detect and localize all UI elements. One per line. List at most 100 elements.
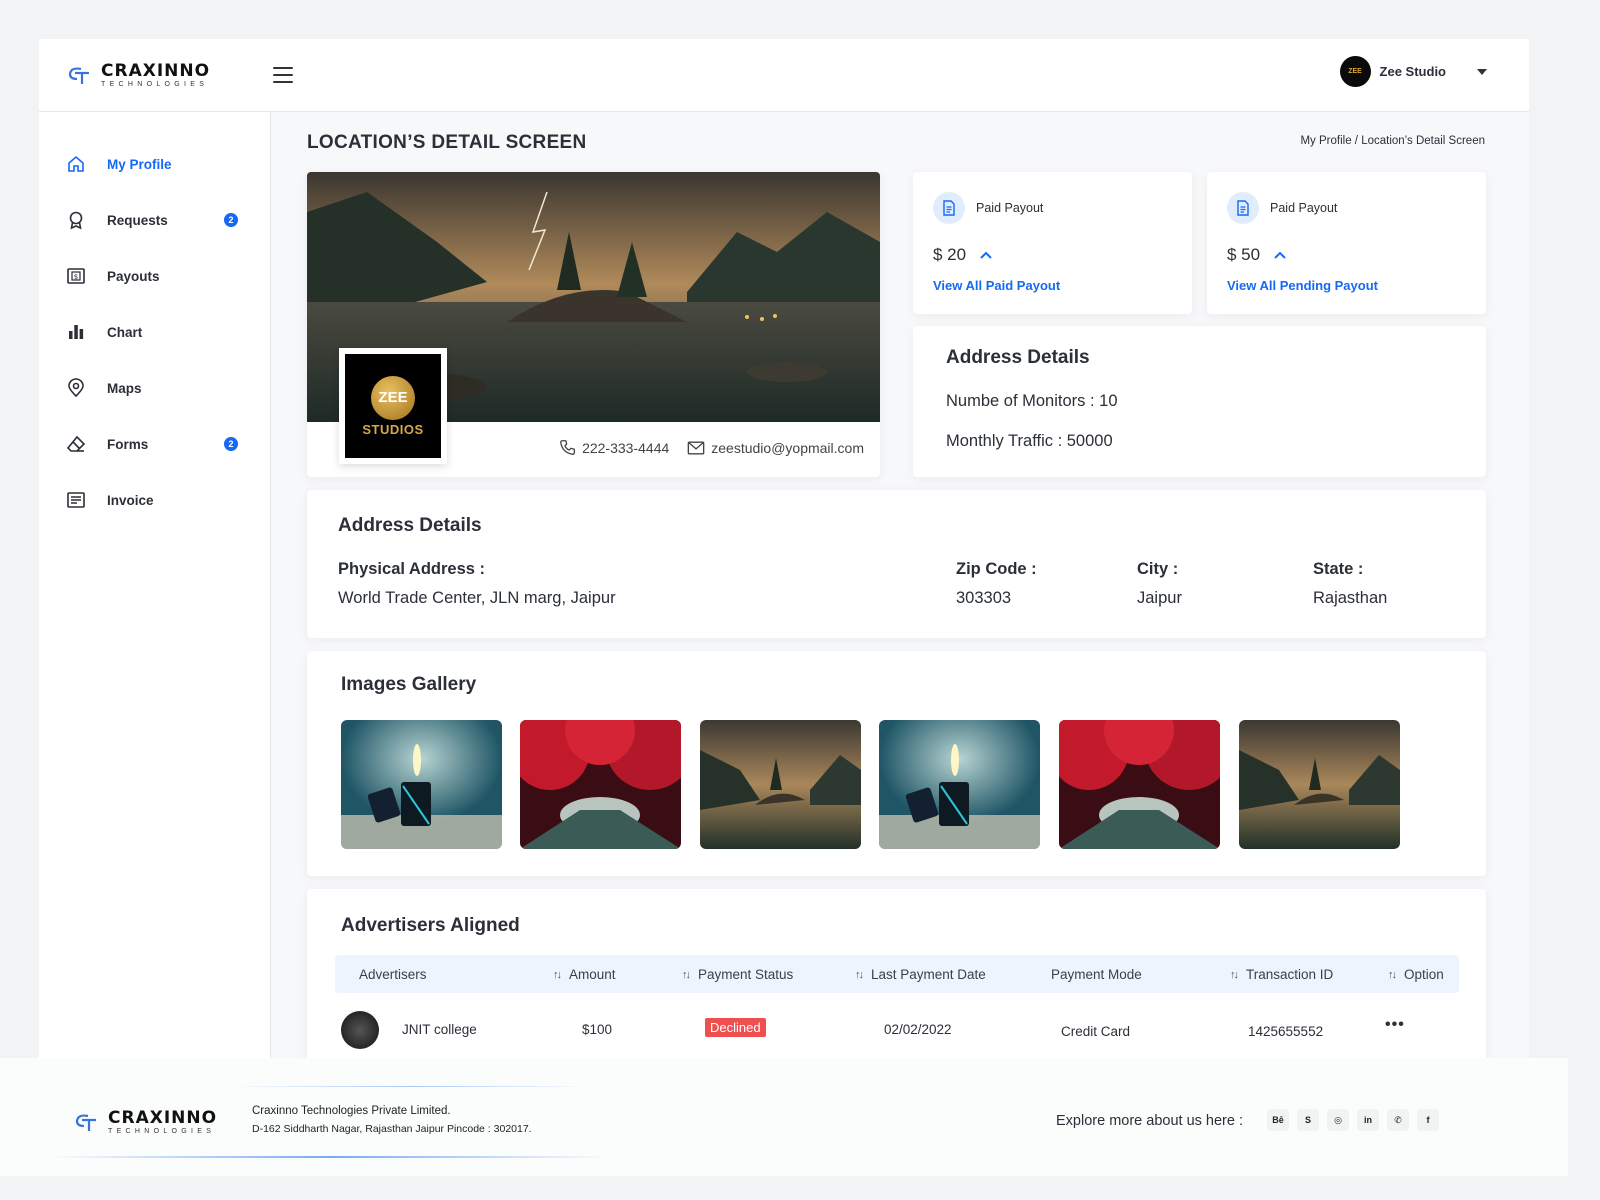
email-contact[interactable]: zeestudio@yopmail.com [687, 440, 864, 456]
state: State : Rajasthan [1313, 560, 1387, 608]
sidebar-item-chart[interactable]: Chart [66, 320, 241, 344]
brand-name: CRAXINNO [101, 61, 211, 81]
payment-mode: Credit Card [1061, 1024, 1131, 1039]
state-value: Rajasthan [1313, 589, 1388, 607]
document-icon [1227, 192, 1259, 224]
sidebar-item-requests[interactable]: Requests 2 [66, 208, 241, 232]
footer: CRAXINNO TECHNOLOGIES Craxinno Technolog… [0, 1058, 1568, 1176]
whatsapp-icon[interactable]: ✆ [1387, 1109, 1409, 1131]
payout-label: Paid Payout [1270, 201, 1338, 215]
view-all-paid-payout-link[interactable]: View All Paid Payout [933, 278, 1060, 293]
count-badge: 2 [224, 213, 238, 227]
column-header-last-payment-date[interactable]: ↑↓ Last Payment Date [855, 967, 986, 982]
column-header-amount[interactable]: ↑↓ Amount [553, 967, 616, 982]
avatar: ZEE [1339, 56, 1371, 87]
footer-company-name: Craxinno Technologies Private Limited. [252, 1105, 451, 1117]
brand-logo[interactable]: CRAXINNO TECHNOLOGIES [67, 63, 210, 88]
gallery-image-lake-mountain[interactable] [1239, 720, 1400, 849]
status-badge: Declined [705, 1018, 766, 1037]
column-header-transaction-id[interactable]: ↑↓ Transaction ID [1230, 967, 1333, 982]
chevron-up-icon[interactable] [980, 251, 992, 259]
studio-logo: ZEE STUDIOS [339, 348, 447, 464]
phone-number: 222-333-4444 [582, 439, 670, 456]
sidebar-item-label: Chart [107, 324, 143, 340]
transaction-id: 1425655552 [1248, 1024, 1324, 1039]
city: City : Jaipur [1137, 560, 1182, 608]
document-icon [933, 192, 965, 224]
city-value: Jaipur [1137, 589, 1182, 607]
app-window: CRAXINNO TECHNOLOGIES ZEE Zee Studio My … [39, 39, 1529, 1058]
column-header-payment-mode[interactable]: Payment Mode [1051, 967, 1142, 982]
linkedin-icon[interactable]: in [1357, 1109, 1379, 1131]
page-title: LOCATION’S DETAIL SCREEN [307, 132, 587, 153]
document-lines-icon [66, 490, 86, 510]
user-menu[interactable]: ZEE Zee Studio [1339, 56, 1487, 87]
column-header-option[interactable]: ↑↓ Option [1388, 967, 1444, 982]
email-address: zeestudio@yopmail.com [711, 439, 864, 456]
brand-tagline: TECHNOLOGIES [101, 81, 209, 88]
advertisers-card: Advertisers Aligned Advertisers ↑↓ Amount… [307, 889, 1486, 1058]
advertiser-avatar [341, 1011, 379, 1049]
phone-contact[interactable]: 222-333-4444 [559, 439, 669, 456]
craxinno-logo-icon [68, 66, 89, 84]
craxinno-logo-icon [75, 1113, 96, 1131]
state-label: State : [1313, 560, 1364, 578]
studio-logo-mark: ZEE [371, 375, 415, 420]
count-badge: 2 [224, 437, 238, 451]
images-gallery-card: Images Gallery [307, 651, 1486, 876]
sidebar-item-payouts[interactable]: $ Payouts [66, 264, 241, 288]
pending-payout-card: Paid Payout $ 50 View All Pending Payout [1207, 172, 1486, 314]
mail-icon [687, 440, 705, 455]
chevron-up-icon[interactable] [1274, 251, 1286, 259]
footer-divider [50, 1156, 610, 1158]
advertiser-amount: $100 [582, 1022, 613, 1037]
footer-divider [230, 1086, 590, 1087]
breadcrumb-current: Location’s Detail Screen [1361, 135, 1485, 147]
advertiser-name: JNIT college [402, 1022, 477, 1037]
brand-tagline: TECHNOLOGIES [108, 1128, 216, 1135]
sidebar-item-maps[interactable]: Maps [66, 376, 241, 400]
sidebar-item-invoice[interactable]: Invoice [66, 488, 241, 512]
footer-logo[interactable]: CRAXINNO TECHNOLOGIES [74, 1110, 217, 1135]
address-details-card: Address Details Physical Address : World… [307, 490, 1486, 638]
sort-icon: ↑↓ [1230, 968, 1239, 981]
city-label: City : [1137, 560, 1179, 578]
paid-payout-card: Paid Payout $ 20 View All Paid Payout [913, 172, 1192, 314]
gallery-image-lighter[interactable] [879, 720, 1040, 849]
skype-icon[interactable]: S [1297, 1109, 1319, 1131]
sidebar-item-my-profile[interactable]: My Profile [66, 152, 241, 176]
breadcrumb-home-link[interactable]: My Profile [1300, 135, 1351, 147]
column-header-payment-status[interactable]: ↑↓ Payment Status [682, 967, 793, 982]
sort-icon: ↑↓ [855, 968, 864, 981]
sort-icon: ↑↓ [553, 968, 562, 981]
sidebar-item-label: My Profile [107, 156, 172, 172]
bar-chart-icon [66, 322, 86, 342]
chevron-down-icon[interactable] [1477, 68, 1487, 75]
behance-icon[interactable]: Bē [1267, 1109, 1289, 1131]
brand-name: CRAXINNO [108, 1108, 218, 1128]
gallery-image-lighter[interactable] [341, 720, 502, 849]
section-title: Advertisers Aligned [341, 915, 520, 936]
payout-amount: $ 50 [1227, 245, 1261, 264]
gallery-image-red-forest[interactable] [520, 720, 681, 849]
gallery-image-red-forest[interactable] [1059, 720, 1220, 849]
gallery-image-lake-mountain[interactable] [700, 720, 861, 849]
view-all-pending-payout-link[interactable]: View All Pending Payout [1227, 278, 1378, 293]
more-options-icon[interactable]: ••• [1385, 1016, 1405, 1034]
section-title: Images Gallery [341, 674, 477, 695]
physical-address-label: Physical Address : [338, 560, 486, 578]
zip-code-value: 303303 [956, 589, 1012, 607]
instagram-icon[interactable]: ◎ [1327, 1109, 1349, 1131]
table-row: JNIT college $100 Declined 02/02/2022 Cr… [335, 1005, 1459, 1053]
facebook-icon[interactable]: f [1417, 1109, 1439, 1131]
eraser-icon [66, 434, 86, 454]
column-header-advertisers[interactable]: Advertisers [359, 967, 427, 982]
award-icon [66, 210, 86, 230]
breadcrumb-separator: / [1351, 135, 1362, 147]
sidebar-item-forms[interactable]: Forms 2 [66, 432, 241, 456]
zip-code: Zip Code : 303303 [956, 560, 1037, 608]
physical-address-value: World Trade Center, JLN marg, Jaipur [338, 589, 616, 607]
menu-toggle-icon[interactable] [273, 67, 293, 83]
main-content: LOCATION’S DETAIL SCREEN My Profile / Lo… [271, 112, 1529, 1058]
sidebar-item-label: Maps [107, 380, 142, 396]
